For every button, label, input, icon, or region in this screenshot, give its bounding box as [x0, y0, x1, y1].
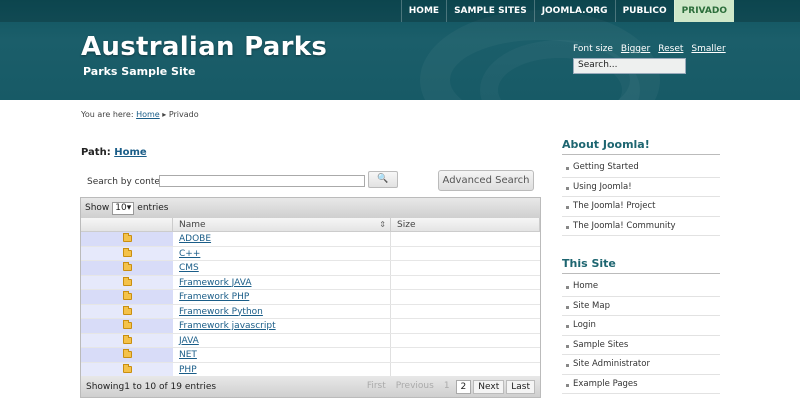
folder-link[interactable]: Framework Python [179, 307, 263, 317]
sidebar-item-joomla-project[interactable]: The Joomla! Project [562, 197, 720, 217]
sort-icon: ⇕ [379, 220, 386, 229]
folder-link[interactable]: Framework PHP [179, 292, 249, 302]
folder-link[interactable]: Framework javascript [179, 321, 276, 331]
folder-icon [122, 320, 132, 330]
path-home-link[interactable]: Home [114, 147, 146, 158]
column-name-label: Name [179, 220, 206, 230]
magnifier-icon: 🔍 [377, 174, 389, 184]
sidebar-item-site-map[interactable]: Site Map [562, 297, 720, 316]
site-search-input[interactable]: Search... [573, 58, 686, 74]
content-search-input[interactable] [159, 175, 365, 187]
folder-link[interactable]: CMS [179, 263, 199, 273]
chevron-down-icon: ▾ [126, 203, 132, 213]
sidebar-item-site-administrator[interactable]: Site Administrator [562, 355, 720, 375]
folder-icon [122, 233, 132, 243]
folder-icon [122, 262, 132, 272]
nav-home[interactable]: HOME [400, 0, 446, 22]
pager-first[interactable]: First [363, 380, 390, 394]
pager-page-1[interactable]: 1 [440, 380, 454, 394]
sidebar-heading-this-site: This Site [562, 257, 720, 274]
sidebar-heading-about: About Joomla! [562, 138, 720, 155]
sidebar-item-joomla-community[interactable]: The Joomla! Community [562, 217, 720, 236]
sidebar-about-menu: Getting Started Using Joomla! The Joomla… [562, 158, 720, 236]
column-header-name[interactable]: Name ⇕ [173, 218, 391, 231]
breadcrumb-current: Privado [168, 110, 199, 119]
table-row: JAVA [81, 333, 540, 348]
pagination: First Previous 1 2 Next Last [363, 379, 535, 394]
site-header: HOME SAMPLE SITES JOOMLA.ORG PUBLICO PRI… [0, 0, 800, 100]
table-info: Showing1 to 10 of 19 entries [86, 381, 217, 392]
column-header-icon[interactable] [81, 218, 173, 231]
table-footer: Showing1 to 10 of 19 entries First Previ… [81, 376, 540, 397]
top-nav: HOME SAMPLE SITES JOOMLA.ORG PUBLICO PRI… [400, 0, 734, 22]
breadcrumb-separator: ▸ [162, 110, 167, 119]
pager-previous[interactable]: Previous [392, 380, 438, 394]
table-row: Framework javascript [81, 319, 540, 334]
table-row: C++ [81, 246, 540, 261]
table-body: ADOBE C++ CMS Framework JAVA Framework P… [81, 232, 540, 377]
table-row: ADOBE [81, 232, 540, 247]
file-table: Show 10 ▾ entries Name ⇕ Size ADOBE C++ … [80, 197, 541, 398]
nav-joomla-org[interactable]: JOOMLA.ORG [533, 0, 615, 22]
table-toolbar: Show 10 ▾ entries [81, 198, 540, 218]
breadcrumb: You are here: Home ▸ Privado [81, 110, 199, 119]
site-title[interactable]: Australian Parks [81, 32, 327, 62]
entries-per-page-select[interactable]: 10 ▾ [112, 201, 135, 215]
advanced-search-button[interactable]: Advanced Search [438, 170, 534, 191]
sidebar-site-menu: Home Site Map Login Sample Sites Site Ad… [562, 277, 720, 394]
pager-page-2[interactable]: 2 [455, 379, 472, 394]
nav-sample-sites[interactable]: SAMPLE SITES [446, 0, 534, 22]
sidebar-item-login[interactable]: Login [562, 316, 720, 336]
table-header: Name ⇕ Size [81, 218, 540, 232]
table-row: Framework JAVA [81, 275, 540, 290]
entries-per-page-value: 10 [115, 203, 127, 213]
sidebar-item-home[interactable]: Home [562, 277, 720, 297]
font-bigger-link[interactable]: Bigger [621, 44, 650, 54]
folder-link[interactable]: Framework JAVA [179, 278, 252, 288]
font-smaller-link[interactable]: Smaller [691, 44, 725, 54]
font-size-controls: Font size Bigger Reset Smaller [573, 44, 726, 54]
table-row: PHP [81, 362, 540, 377]
folder-icon [122, 334, 132, 344]
table-row: Framework PHP [81, 290, 540, 305]
folder-icon [122, 247, 132, 257]
font-size-label: Font size [573, 44, 613, 54]
search-button[interactable]: 🔍 [368, 171, 398, 188]
path-label: Path: [81, 147, 111, 158]
pager-next[interactable]: Next [473, 379, 505, 394]
site-subtitle: Parks Sample Site [83, 65, 196, 78]
sidebar-item-sample-sites[interactable]: Sample Sites [562, 336, 720, 355]
table-row: NET [81, 348, 540, 363]
folder-icon [122, 363, 132, 373]
breadcrumb-prefix: You are here: [81, 110, 134, 119]
sidebar-item-example-pages[interactable]: Example Pages [562, 375, 720, 394]
column-header-size[interactable]: Size [391, 218, 540, 231]
folder-link[interactable]: PHP [179, 365, 197, 375]
table-row: CMS [81, 261, 540, 276]
entries-label: entries [137, 203, 169, 213]
folder-icon [122, 349, 132, 359]
folder-icon [122, 291, 132, 301]
nav-publico[interactable]: PUBLICO [614, 0, 674, 22]
sidebar-item-getting-started[interactable]: Getting Started [562, 158, 720, 178]
folder-icon [122, 276, 132, 286]
folder-icon [122, 305, 132, 315]
show-label: Show [85, 203, 110, 213]
table-row: Framework Python [81, 304, 540, 319]
folder-link[interactable]: ADOBE [179, 234, 211, 244]
pager-last[interactable]: Last [506, 379, 535, 394]
folder-link[interactable]: NET [179, 350, 197, 360]
sidebar-item-using-joomla[interactable]: Using Joomla! [562, 178, 720, 197]
nav-privado[interactable]: PRIVADO [673, 0, 734, 22]
folder-link[interactable]: JAVA [179, 336, 199, 346]
font-reset-link[interactable]: Reset [658, 44, 683, 54]
path-heading: Path: Home [81, 147, 147, 158]
breadcrumb-home-link[interactable]: Home [136, 110, 160, 119]
folder-link[interactable]: C++ [179, 249, 200, 259]
